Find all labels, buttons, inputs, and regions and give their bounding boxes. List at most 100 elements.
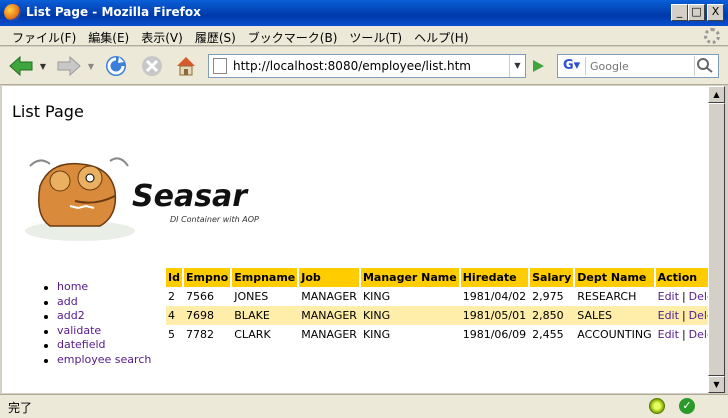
url-input[interactable] <box>233 58 503 74</box>
menu-tools[interactable]: ツール(T) <box>343 26 408 45</box>
cell-dept: RESEARCH <box>577 290 637 303</box>
cell-id: 2 <box>168 290 175 303</box>
menu-help[interactable]: ヘルプ(H) <box>408 26 474 45</box>
cell-manager: KING <box>362 328 391 341</box>
page-content: List Page Seasar DI Container with AOP h… <box>2 86 708 393</box>
cell-action: Edit|Delete <box>654 306 708 325</box>
page-title: List Page <box>12 102 84 121</box>
google-engine-icon[interactable]: G▾ <box>560 57 586 75</box>
menu-history[interactable]: 履歴(S) <box>189 26 242 45</box>
throbber-icon <box>704 28 720 44</box>
cell-empno: 7566 <box>185 290 214 303</box>
column-header-empname: Empname <box>231 268 300 287</box>
menu-file[interactable]: ファイル(F) <box>6 26 82 45</box>
delete-link[interactable]: Delete <box>689 290 708 303</box>
scroll-down-button[interactable]: ▼ <box>708 376 725 393</box>
list-item: add <box>40 295 151 310</box>
nav-link-employee-search[interactable]: employee search <box>57 353 151 366</box>
search-button[interactable] <box>694 56 716 76</box>
column-header-action: Action <box>654 268 708 287</box>
cell-manager: KING <box>362 290 391 303</box>
action-separator: | <box>681 290 686 303</box>
delete-link[interactable]: Delete <box>689 309 708 322</box>
list-item: add2 <box>40 309 151 324</box>
navigation-toolbar: ▼ ▼ ▼ G▾ <box>0 47 728 85</box>
page-icon <box>213 58 227 74</box>
nav-link-home[interactable]: home <box>57 280 88 293</box>
cell-action: Edit|Delete <box>655 325 708 344</box>
home-icon <box>177 57 195 76</box>
column-header-salary: Salary <box>529 268 576 287</box>
edit-link[interactable]: Edit <box>658 309 679 322</box>
logo-tagline: DI Container with AOP <box>170 215 259 224</box>
home-button[interactable] <box>172 53 200 79</box>
table-row: 5 7782 CLARK MANAGER KING 1981/06/09 2,4… <box>166 325 708 344</box>
cell-hiredate: 1981/05/01 <box>459 306 530 325</box>
menu-view[interactable]: 表示(V) <box>135 26 189 45</box>
scroll-up-button[interactable]: ▲ <box>708 86 725 103</box>
nav-list: home add add2 validate datefield employe… <box>40 280 151 367</box>
cell-salary: 2,975 <box>532 290 564 303</box>
nav-link-add[interactable]: add <box>57 295 78 308</box>
cell-hiredate: 1981/06/09 <box>462 328 527 341</box>
search-input[interactable] <box>590 58 690 74</box>
delete-link[interactable]: Delete <box>689 328 708 341</box>
forward-arrow-icon <box>57 55 81 77</box>
reload-icon <box>106 56 126 76</box>
cell-dept: ACCOUNTING <box>577 328 652 341</box>
column-header-job: Job <box>298 268 361 287</box>
column-header-manager: Manager Name <box>359 268 461 287</box>
cell-job: MANAGER <box>301 290 357 303</box>
addon-status-icon[interactable] <box>649 398 665 414</box>
list-item: home <box>40 280 151 295</box>
menu-edit[interactable]: 編集(E) <box>82 26 135 45</box>
window-title: List Page - Mozilla Firefox <box>26 5 201 19</box>
minimize-button[interactable]: _ <box>671 4 688 21</box>
nav-link-validate[interactable]: validate <box>57 324 101 337</box>
menu-bookmarks[interactable]: ブックマーク(B) <box>242 26 344 45</box>
cell-empname: CLARK <box>234 328 271 341</box>
cell-empno: 7698 <box>182 306 232 325</box>
list-item: validate <box>40 324 151 339</box>
stop-button[interactable] <box>138 53 166 79</box>
cell-manager: KING <box>359 306 460 325</box>
vertical-scrollbar[interactable]: ▲ ▼ <box>708 86 725 393</box>
status-text: 完了 <box>8 401 33 415</box>
stop-icon <box>142 56 162 76</box>
column-header-dept: Dept Name <box>574 268 656 287</box>
cell-hiredate: 1981/04/02 <box>462 290 527 303</box>
status-bar: 完了 ✓ <box>0 394 728 418</box>
cell-id: 4 <box>166 306 183 325</box>
action-separator: | <box>681 328 686 341</box>
menu-bar: ファイル(F) 編集(E) 表示(V) 履歴(S) ブックマーク(B) ツール(… <box>0 26 728 46</box>
reload-button[interactable] <box>102 53 130 79</box>
forward-button[interactable] <box>54 53 84 79</box>
address-bar[interactable]: ▼ <box>208 54 526 78</box>
url-history-dropdown[interactable]: ▼ <box>509 55 525 77</box>
list-item: datefield <box>40 338 151 353</box>
edit-link[interactable]: Edit <box>658 328 679 341</box>
search-box[interactable]: G▾ <box>557 54 719 78</box>
forward-history-dropdown[interactable]: ▼ <box>86 53 96 79</box>
nav-link-add2[interactable]: add2 <box>57 309 85 322</box>
close-button[interactable]: X <box>707 4 724 21</box>
cell-dept: SALES <box>574 306 655 325</box>
cell-id: 5 <box>168 328 175 341</box>
maximize-button[interactable]: □ <box>688 4 705 21</box>
table-row: 4 7698 BLAKE MANAGER KING 1981/05/01 2,8… <box>166 306 708 325</box>
check-icon[interactable]: ✓ <box>679 398 695 414</box>
back-arrow-icon <box>9 55 33 77</box>
nav-link-datefield[interactable]: datefield <box>57 338 106 351</box>
back-history-dropdown[interactable]: ▼ <box>38 53 48 79</box>
cell-action: Edit|Delete <box>655 287 708 306</box>
firefox-icon <box>4 4 21 21</box>
list-item: employee search <box>40 353 151 368</box>
scroll-thumb[interactable] <box>708 103 725 376</box>
go-arrow-icon <box>533 60 544 72</box>
cell-salary: 2,455 <box>532 328 564 341</box>
edit-link[interactable]: Edit <box>658 290 679 303</box>
column-header-id: Id <box>166 268 184 287</box>
go-button[interactable] <box>528 53 548 79</box>
seasar-logo: Seasar DI Container with AOP <box>25 157 259 241</box>
back-button[interactable] <box>6 53 36 79</box>
